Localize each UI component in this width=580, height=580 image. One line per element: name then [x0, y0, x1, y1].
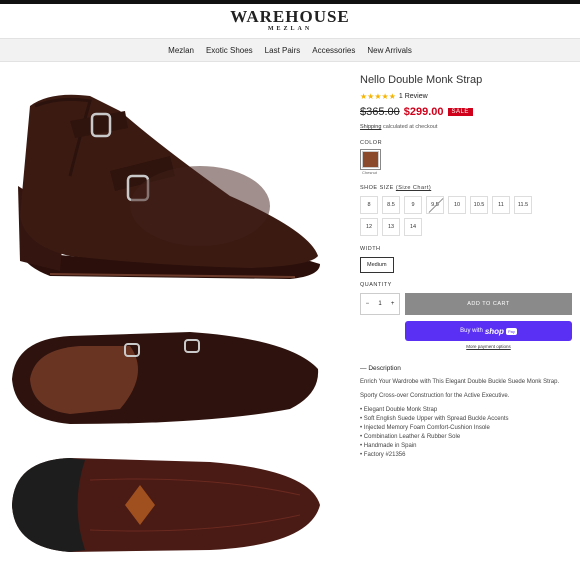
description-section: — Description Enrich Your Wardrobe with …	[360, 365, 572, 460]
feature-item: Factory #21356	[360, 451, 572, 460]
feature-item: Injected Memory Foam Comfort-Cushion Ins…	[360, 424, 572, 433]
nav-item-accessories[interactable]: Accessories	[312, 46, 355, 55]
size-label-row: SHOE SIZE (Size Chart)	[360, 185, 572, 191]
quantity-value[interactable]: 1	[378, 301, 381, 307]
shop-logo: shop	[484, 326, 504, 336]
quantity-stepper: − 1 +	[360, 293, 400, 315]
feature-list: Elegant Double Monk Strap Soft English S…	[360, 406, 572, 460]
product-rating[interactable]: ★★★★★ 1 Review	[360, 92, 572, 101]
collapse-minus-icon: —	[360, 365, 367, 372]
quantity-label: QUANTITY	[360, 282, 392, 288]
size-option-13[interactable]: 13	[382, 218, 400, 236]
width-label: WIDTH	[360, 246, 381, 252]
product-title: Nello Double Monk Strap	[360, 74, 483, 86]
size-label: SHOE SIZE	[360, 185, 394, 191]
color-swatch-chesnut[interactable]	[360, 149, 381, 170]
product-image-sole[interactable]	[10, 450, 322, 560]
feature-item: Handmade in Spain	[360, 442, 572, 451]
product-image-top[interactable]	[10, 324, 322, 434]
site-logo[interactable]: WAREHOUSE MEZLAN	[0, 4, 580, 38]
buy-with-label: Buy with	[460, 328, 483, 334]
size-chart-link[interactable]: (Size Chart)	[396, 185, 431, 191]
quantity-row: − 1 + ADD TO CART	[360, 293, 572, 315]
size-option-12[interactable]: 12	[360, 218, 378, 236]
add-to-cart-button[interactable]: ADD TO CART	[405, 293, 572, 315]
main-nav: Mezlan Exotic Shoes Last Pairs Accessori…	[0, 38, 580, 62]
buy-with-shop-pay-button[interactable]: Buy with shop Pay	[405, 321, 572, 341]
nav-item-exotic-shoes[interactable]: Exotic Shoes	[206, 46, 253, 55]
plus-icon[interactable]: +	[391, 301, 395, 307]
description-toggle[interactable]: — Description	[360, 365, 572, 372]
size-option-10-5[interactable]: 10.5	[470, 196, 488, 214]
sale-badge: SALE	[447, 108, 473, 116]
minus-icon[interactable]: −	[366, 301, 370, 307]
feature-item: Soft English Suede Upper with Spread Buc…	[360, 415, 572, 424]
size-option-11-5[interactable]: 11.5	[514, 196, 532, 214]
color-swatch-label: Chesnut	[362, 170, 377, 175]
brand-name: WAREHOUSE	[230, 7, 350, 26]
shipping-note: Shipping calculated at checkout	[360, 124, 572, 130]
color-label: COLOR	[360, 140, 383, 146]
nav-item-mezlan[interactable]: Mezlan	[168, 46, 194, 55]
width-option-medium[interactable]: Medium	[360, 257, 394, 273]
size-options: 8 8.5 9 9.5 10 10.5 11 11.5 12 13 14	[360, 196, 550, 236]
brand-subtitle: MEZLAN	[267, 26, 313, 32]
description-heading: Description	[368, 365, 401, 372]
size-option-8[interactable]: 8	[360, 196, 378, 214]
price-row: $365.00 $299.00 SALE	[360, 106, 572, 118]
product-image-side[interactable]	[10, 66, 322, 310]
shipping-text: calculated at checkout	[381, 124, 438, 130]
pay-badge: Pay	[505, 327, 517, 335]
review-count[interactable]: 1 Review	[399, 93, 428, 100]
shipping-link[interactable]: Shipping	[360, 124, 381, 130]
description-paragraph-2: Sporty Cross-over Construction for the A…	[360, 393, 510, 399]
size-option-10[interactable]: 10	[448, 196, 466, 214]
size-option-9[interactable]: 9	[404, 196, 422, 214]
star-rating-icon: ★★★★★	[360, 92, 396, 101]
size-option-8-5[interactable]: 8.5	[382, 196, 400, 214]
more-payment-options-link[interactable]: More payment options	[405, 344, 572, 349]
description-paragraph-1: Enrich Your Wardrobe with This Elegant D…	[360, 379, 560, 385]
size-option-14[interactable]: 14	[404, 218, 422, 236]
size-option-9-5-unavailable[interactable]: 9.5	[426, 196, 444, 214]
size-option-11[interactable]: 11	[492, 196, 510, 214]
product-info-panel: Nello Double Monk Strap ★★★★★ 1 Review $…	[360, 74, 572, 460]
nav-item-last-pairs[interactable]: Last Pairs	[265, 46, 301, 55]
feature-item: Elegant Double Monk Strap	[360, 406, 572, 415]
feature-item: Combination Leather & Rubber Sole	[360, 433, 572, 442]
original-price: $365.00	[360, 106, 400, 118]
nav-item-new-arrivals[interactable]: New Arrivals	[367, 46, 411, 55]
sale-price: $299.00	[403, 106, 444, 118]
